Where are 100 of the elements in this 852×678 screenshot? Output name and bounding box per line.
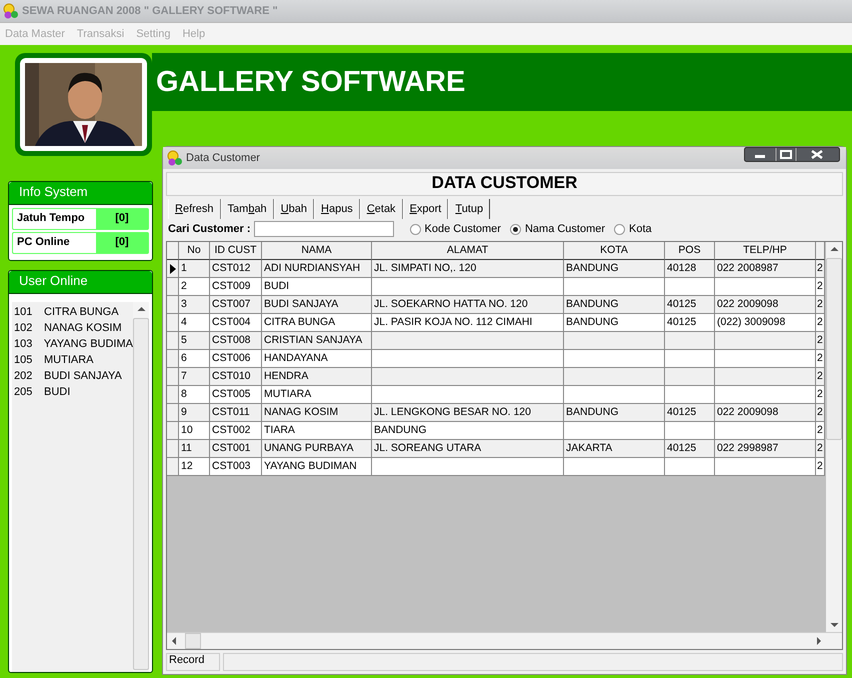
- status-text: Record: [166, 653, 220, 671]
- table-cell: 2: [816, 368, 825, 386]
- table-cell: [665, 278, 715, 296]
- table-cell: 3: [179, 296, 210, 314]
- user-name: NANAG KOSIM: [44, 322, 122, 334]
- table-cell: 11: [179, 440, 210, 458]
- column-header[interactable]: [816, 242, 825, 260]
- table-cell: YAYANG BUDIMAN: [262, 458, 372, 476]
- row-pointer-icon: [170, 264, 176, 274]
- user-id: 101: [14, 306, 34, 318]
- user-name: YAYANG BUDIMA: [44, 338, 133, 350]
- table-cell: CST010: [210, 368, 262, 386]
- table-cell: 2: [816, 422, 825, 440]
- table-cell: CST009: [210, 278, 262, 296]
- user-id: 103: [14, 338, 34, 350]
- table-cell: JL. PASIR KOJA NO. 112 CIMAHI: [372, 314, 564, 332]
- toolbar-button[interactable]: Export: [402, 199, 448, 219]
- table-cell: 40125: [665, 314, 715, 332]
- scrollbar[interactable]: [133, 302, 149, 672]
- table-cell: 022 2009098: [715, 296, 816, 314]
- table-cell: 4: [179, 314, 210, 332]
- radio-option[interactable]: Nama Customer: [510, 223, 606, 235]
- column-header[interactable]: KOTA: [564, 242, 665, 260]
- table-cell: 2: [816, 296, 825, 314]
- table-cell: 6: [179, 350, 210, 368]
- table-cell: CST006: [210, 350, 262, 368]
- radio-button[interactable]: [510, 224, 521, 234]
- info-value: [0]: [96, 233, 148, 253]
- user-id: 202: [14, 370, 34, 382]
- radio-button[interactable]: [614, 224, 626, 234]
- table-cell: CST001: [210, 440, 262, 458]
- table-cell: BANDUNG: [564, 314, 665, 332]
- table-cell: 12: [179, 458, 210, 476]
- radio-option[interactable]: Kota: [614, 223, 652, 235]
- table-cell: [665, 458, 715, 476]
- app-icon: [3, 3, 19, 19]
- table-cell: (022) 3009098: [715, 314, 816, 332]
- window-controls[interactable]: [744, 146, 840, 162]
- table-cell: UNANG PURBAYA: [262, 440, 372, 458]
- table-cell: [665, 386, 715, 404]
- table-cell: BANDUNG: [564, 296, 665, 314]
- toolbar-button[interactable]: Tutup: [448, 199, 490, 219]
- table-cell: [665, 350, 715, 368]
- table-cell: 9: [179, 404, 210, 422]
- table-cell: 40125: [665, 296, 715, 314]
- scroll-thumb[interactable]: [185, 633, 201, 649]
- table-cell: 2: [816, 440, 825, 458]
- table-cell: 022 2009098: [715, 404, 816, 422]
- radio-option[interactable]: Kode Customer: [410, 223, 501, 235]
- toolbar-button[interactable]: Cetak: [360, 199, 403, 219]
- table-cell: CST002: [210, 422, 262, 440]
- radio-button[interactable]: [410, 224, 421, 234]
- search-field[interactable]: [254, 221, 394, 237]
- table-cell: JAKARTA: [564, 440, 665, 458]
- heading: DATA CUSTOMER: [166, 172, 843, 196]
- table-cell: 5: [179, 332, 210, 350]
- user-id: 205: [14, 386, 34, 398]
- table-cell: HANDAYANA: [262, 350, 372, 368]
- table-cell: JL. LENGKONG BESAR NO. 120: [372, 404, 564, 422]
- column-header[interactable]: ALAMAT: [372, 242, 564, 260]
- table-cell: 40125: [665, 440, 715, 458]
- column-header[interactable]: No: [179, 242, 210, 260]
- info-label: PC Online: [16, 235, 71, 250]
- toolbar-button[interactable]: Hapus: [314, 199, 360, 219]
- table-cell: 2: [816, 350, 825, 368]
- table-cell: [665, 368, 715, 386]
- user-id: 105: [14, 354, 34, 366]
- table-cell: CITRA BUNGA: [262, 314, 372, 332]
- toolbar-button[interactable]: Refresh: [168, 199, 221, 219]
- child-window-title: Data Customer: [186, 152, 261, 164]
- table-cell: CST003: [210, 458, 262, 476]
- info-value: [0]: [96, 209, 148, 229]
- banner-title: GALLERY SOFTWARE: [156, 66, 466, 98]
- table-cell: BUDI: [262, 278, 372, 296]
- table-cell: 2: [179, 278, 210, 296]
- table-cell: CST008: [210, 332, 262, 350]
- table-cell: JL. SOREANG UTARA: [372, 440, 564, 458]
- horizontal-scrollbar[interactable]: [167, 632, 842, 649]
- table-cell: CST005: [210, 386, 262, 404]
- table-cell: ADI NURDIANSYAH: [262, 260, 372, 278]
- table-cell: CRISTIAN SANJAYA: [262, 332, 372, 350]
- column-header[interactable]: ID CUST: [210, 242, 262, 260]
- table-cell: 2: [816, 260, 825, 278]
- column-header[interactable]: POS: [665, 242, 715, 260]
- table-cell: HENDRA: [262, 368, 372, 386]
- table-cell: 10: [179, 422, 210, 440]
- column-header[interactable]: NAMA: [262, 242, 372, 260]
- table-cell: BANDUNG: [564, 404, 665, 422]
- table-cell: CST004: [210, 314, 262, 332]
- table-cell: 022 2998987: [715, 440, 816, 458]
- user-name: BUDI SANJAYA: [44, 370, 122, 382]
- app-icon: [167, 150, 183, 166]
- table-cell: 1: [179, 260, 210, 278]
- toolbar-button[interactable]: Ubah: [274, 199, 314, 219]
- column-header[interactable]: TELP/HP: [715, 242, 816, 260]
- table-cell: 7: [179, 368, 210, 386]
- table-cell: NANAG KOSIM: [262, 404, 372, 422]
- table-cell: 2: [816, 386, 825, 404]
- toolbar-button[interactable]: Tambah: [220, 199, 274, 219]
- user-name: BUDI: [44, 386, 70, 398]
